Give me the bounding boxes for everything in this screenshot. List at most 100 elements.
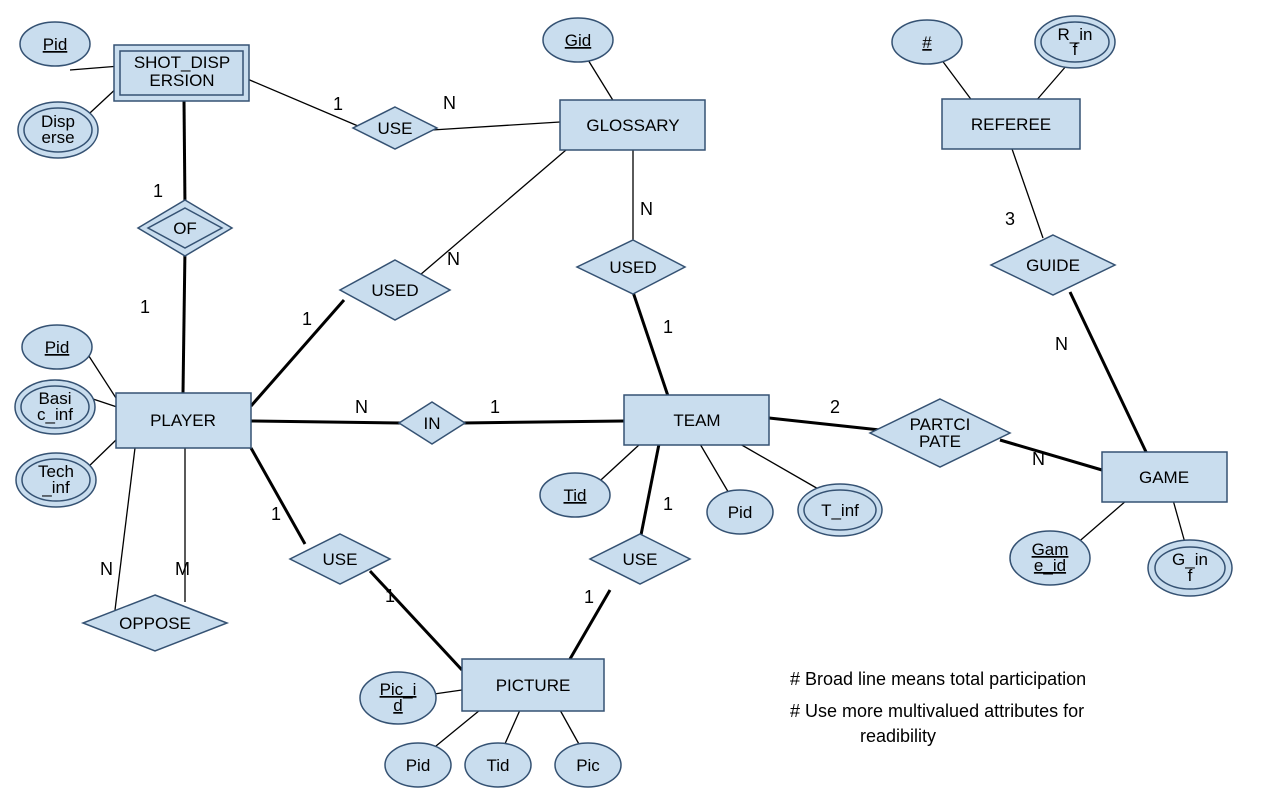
note-1: # Broad line means total participation (790, 669, 1086, 689)
card-use3-tm: 1 (663, 494, 673, 514)
attr-team-tinf: T_inf (798, 484, 882, 536)
svg-text:USE: USE (378, 119, 413, 138)
card-oppose-m: M (175, 559, 190, 579)
edge-player-use2 (251, 448, 305, 544)
svg-text:#: # (922, 33, 932, 52)
edge-game-gid (1075, 500, 1127, 545)
svg-text:Pid: Pid (45, 338, 70, 357)
card-part-tm: 2 (830, 397, 840, 417)
entity-picture: PICTURE (462, 659, 604, 711)
svg-text:TEAM: TEAM (673, 411, 720, 430)
card-guide-ref: 3 (1005, 209, 1015, 229)
edge-team-pid2 (700, 444, 730, 495)
attr-player-pid: Pid (22, 325, 92, 369)
edge-player-in (251, 421, 400, 423)
svg-text:PLAYER: PLAYER (150, 411, 216, 430)
rel-participate: PARTCIPATE (870, 399, 1010, 467)
edge-ref-rinf (1035, 65, 1067, 102)
card-use3-pic: 1 (584, 587, 594, 607)
attr-game-ginf: G_inf (1148, 540, 1232, 596)
svg-text:REFEREE: REFEREE (971, 115, 1051, 134)
rel-used-glossary-team: USED (577, 240, 685, 294)
entity-shot-dispersion: SHOT_DISPERSION (114, 45, 249, 101)
svg-text:Tid: Tid (564, 486, 587, 505)
attr-sd-pid: Pid (20, 22, 90, 66)
attr-glossary-gid: Gid (543, 18, 613, 62)
svg-text:OPPOSE: OPPOSE (119, 614, 191, 633)
svg-text:OF: OF (173, 219, 197, 238)
rel-use-team-picture: USE (590, 534, 690, 584)
svg-text:USED: USED (371, 281, 418, 300)
svg-text:USED: USED (609, 258, 656, 277)
svg-text:Disperse: Disperse (41, 112, 75, 147)
card-of-sd: 1 (153, 181, 163, 201)
svg-text:Pid: Pid (43, 35, 68, 54)
edge-player-pid (85, 350, 116, 398)
attr-team-pid: Pid (707, 490, 773, 534)
svg-text:PICTURE: PICTURE (496, 676, 571, 695)
edge-player-used1 (251, 300, 344, 406)
attr-player-basic: Basic_inf (15, 380, 95, 434)
attr-team-tid: Tid (540, 473, 610, 517)
edge-used2-team (633, 292, 668, 396)
card-in-tm: 1 (490, 397, 500, 417)
rel-oppose: OPPOSE (83, 595, 227, 651)
edge-part-game (1000, 440, 1102, 470)
edge-sd-pid (70, 66, 120, 70)
edge-used1-glossary (420, 150, 566, 275)
edge-in-team (462, 421, 624, 423)
card-use2-pl: 1 (271, 504, 281, 524)
attr-pic-id: Pic_id (360, 672, 436, 724)
rel-use-sd-glossary: USE (353, 107, 437, 149)
svg-text:GAME: GAME (1139, 468, 1189, 487)
er-diagram: SHOT_DISPERSION GLOSSARY REFEREE PLAYER … (0, 0, 1268, 793)
entity-game: GAME (1102, 452, 1227, 502)
card-use1-gl: N (443, 93, 456, 113)
entity-player: PLAYER (116, 393, 251, 448)
attr-pic-pid: Pid (385, 743, 451, 787)
edge-glossary-gid (585, 55, 614, 102)
edge-guide-game (1070, 292, 1147, 454)
card-oppose-n: N (100, 559, 113, 579)
rel-in: IN (399, 402, 465, 444)
svg-text:GUIDE: GUIDE (1026, 256, 1080, 275)
card-of-pl: 1 (140, 297, 150, 317)
attr-ref-rinf: R_inf (1035, 16, 1115, 68)
svg-text:USE: USE (323, 550, 358, 569)
card-used1-gl: N (447, 249, 460, 269)
edge-use1-glossary (432, 122, 560, 130)
edge-team-use3 (640, 444, 659, 540)
edge-player-oppose-n (115, 448, 135, 610)
card-used1-pl: 1 (302, 309, 312, 329)
note-2: # Use more multivalued attributes for (790, 701, 1084, 721)
rel-of: OF (138, 200, 232, 256)
edge-team-tinf (740, 444, 820, 490)
svg-text:Gid: Gid (565, 31, 591, 50)
attr-sd-disperse: Disperse (18, 102, 98, 158)
svg-text:GLOSSARY: GLOSSARY (586, 116, 679, 135)
attr-pic-tid: Tid (465, 743, 531, 787)
rel-guide: GUIDE (991, 235, 1115, 295)
svg-text:Pic: Pic (576, 756, 600, 775)
note-3: readibility (860, 726, 936, 746)
attr-player-tech: Tech_inf (16, 453, 96, 507)
svg-text:Tech_inf: Tech_inf (38, 462, 74, 497)
svg-text:Tid: Tid (487, 756, 510, 775)
entity-team: TEAM (624, 395, 769, 445)
entity-referee: REFEREE (942, 99, 1080, 149)
card-use2-pic: 1 (385, 586, 395, 606)
svg-text:IN: IN (424, 414, 441, 433)
entity-glossary: GLOSSARY (560, 100, 705, 150)
attr-game-id: Game_id (1010, 531, 1090, 585)
edge-ref-guide (1011, 146, 1043, 238)
card-used2-tm: 1 (663, 317, 673, 337)
attr-ref-hash: # (892, 20, 962, 64)
card-used2-gl: N (640, 199, 653, 219)
attr-pic-pic: Pic (555, 743, 621, 787)
svg-text:Pid: Pid (406, 756, 431, 775)
card-guide-gm: N (1055, 334, 1068, 354)
edge-team-part (769, 418, 880, 430)
svg-text:T_inf: T_inf (821, 501, 859, 520)
card-in-pl: N (355, 397, 368, 417)
svg-text:Basic_inf: Basic_inf (37, 389, 73, 424)
